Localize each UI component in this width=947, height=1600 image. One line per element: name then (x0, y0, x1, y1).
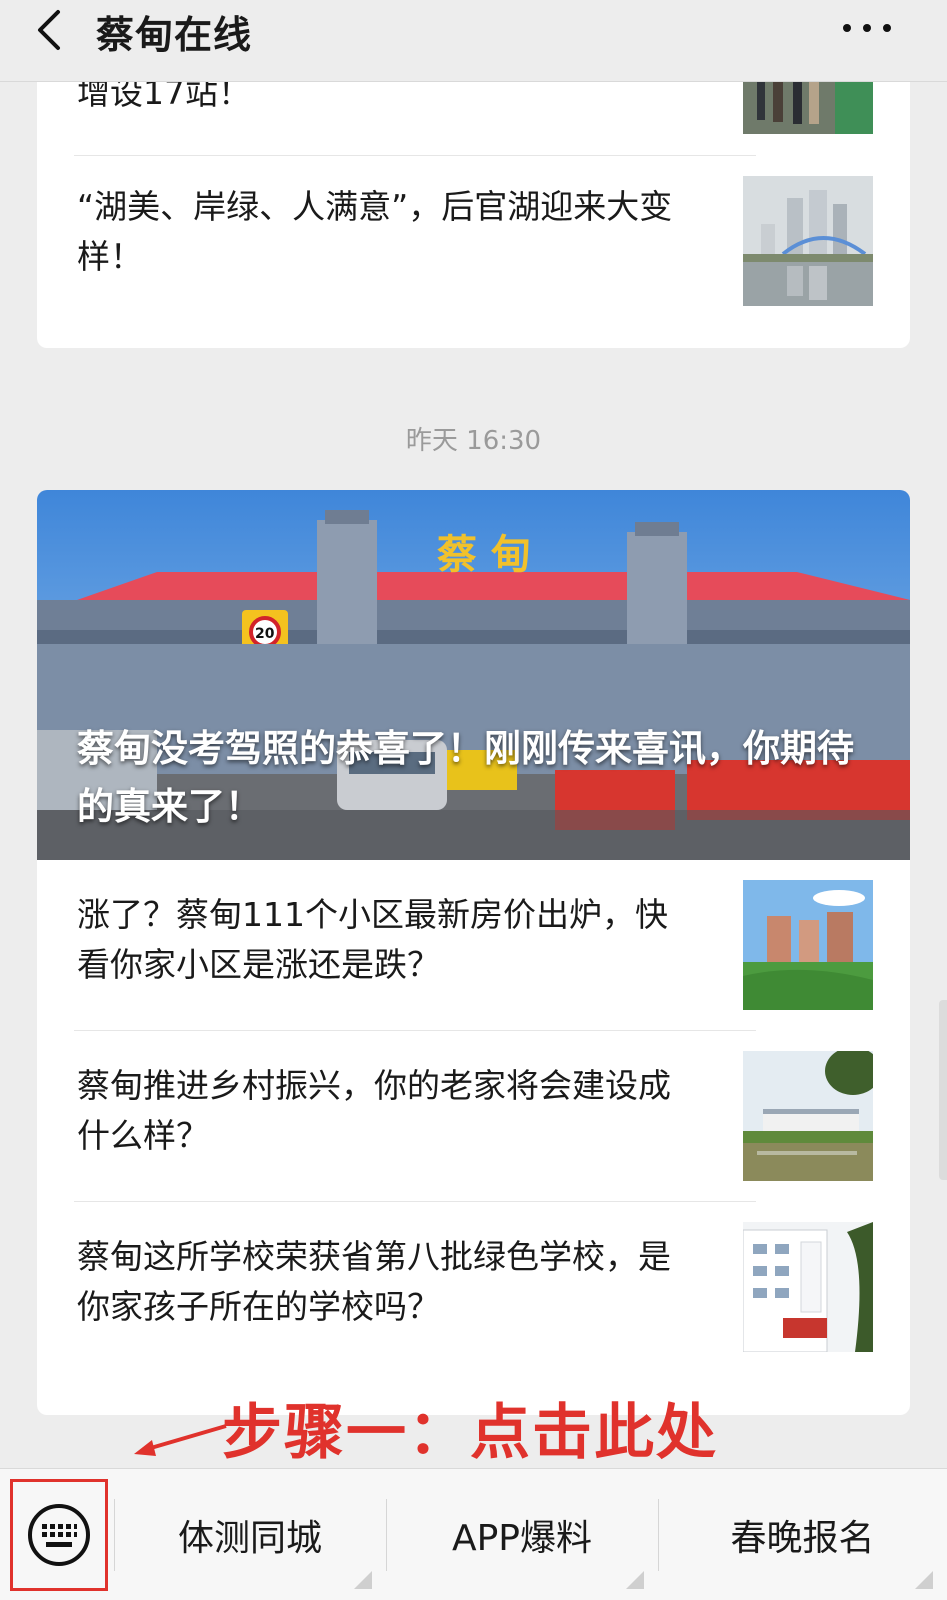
annotation-arrow-icon (134, 1424, 227, 1456)
scroll-indicator[interactable] (939, 1000, 947, 1180)
article-item[interactable]: 蔡甸这所学校荣获省第八批绿色学校，是你家孩子所在的学校吗？ (37, 1202, 910, 1392)
submenu-corner-icon (626, 1571, 644, 1589)
article-item[interactable]: 蔡甸推进乡村振兴，你的老家将会建设成什么样？ (37, 1031, 910, 1201)
article-item[interactable]: 涨了？蔡甸111个小区最新房价出炉，快看你家小区是涨还是跌？ (37, 860, 910, 1030)
more-dots-icon (843, 24, 851, 32)
speed-limit-text: 20 (255, 626, 275, 642)
account-title: 蔡甸在线 (96, 13, 253, 57)
menu-item-label: 体测同城 (177, 1518, 322, 1559)
article-card-previous: 增设17站！ “湖美、岸绿、人满意”，后官湖迎来大变样！ (37, 60, 910, 348)
keyboard-icon (28, 1504, 90, 1566)
gate-sign-text: 蔡 甸 (437, 531, 531, 578)
article-thumbnail-residential (743, 880, 873, 1010)
top-nav-bar: 蔡甸在线 (0, 0, 947, 82)
more-button[interactable] (843, 8, 891, 48)
article-thumbnail-school (743, 1222, 873, 1352)
menu-item-gala-signup[interactable]: 春晚报名 (658, 1469, 947, 1600)
article-thumbnail-village (743, 1051, 873, 1181)
article-title: 蔡甸这所学校荣获省第八批绿色学校，是你家孩子所在的学校吗？ (77, 1237, 671, 1326)
menu-item-label: 春晚报名 (730, 1518, 875, 1559)
article-title: 涨了？蔡甸111个小区最新房价出炉，快看你家小区是涨还是跌？ (77, 895, 668, 984)
hero-article-title: 蔡甸没考驾照的恭喜了！刚刚传来喜讯，你期待的真来了！ (77, 727, 854, 828)
article-thumbnail-lake (743, 176, 873, 306)
chevron-left-icon (38, 10, 60, 50)
article-title: “湖美、岸绿、人满意”，后官湖迎来大变样！ (77, 187, 673, 276)
menu-item-app-report[interactable]: APP爆料 (386, 1469, 658, 1600)
article-card-latest: 蔡 甸 20 蔡甸没考驾照的恭喜了！刚刚传来喜讯，你期待的真来了！ 涨了？蔡甸1… (37, 490, 910, 1415)
menu-item-fitness-test[interactable]: 体测同城 (114, 1469, 386, 1600)
back-button[interactable] (28, 8, 68, 52)
article-title: 蔡甸推进乡村振兴，你的老家将会建设成什么样？ (77, 1066, 671, 1155)
message-timestamp: 昨天 16:30 (405, 426, 542, 456)
keyboard-toggle-button[interactable] (10, 1479, 108, 1591)
submenu-corner-icon (354, 1571, 372, 1589)
submenu-corner-icon (915, 1571, 933, 1589)
menu-item-label: APP爆料 (451, 1518, 593, 1559)
hero-article[interactable]: 蔡 甸 20 蔡甸没考驾照的恭喜了！刚刚传来喜讯，你期待的真来了！ (37, 490, 910, 860)
bottom-menu-bar: 体测同城 APP爆料 春晚报名 (0, 1468, 947, 1600)
article-item[interactable]: “湖美、岸绿、人满意”，后官湖迎来大变样！ (37, 156, 910, 336)
step-annotation: 步骤一：点击此处 (222, 1398, 718, 1468)
